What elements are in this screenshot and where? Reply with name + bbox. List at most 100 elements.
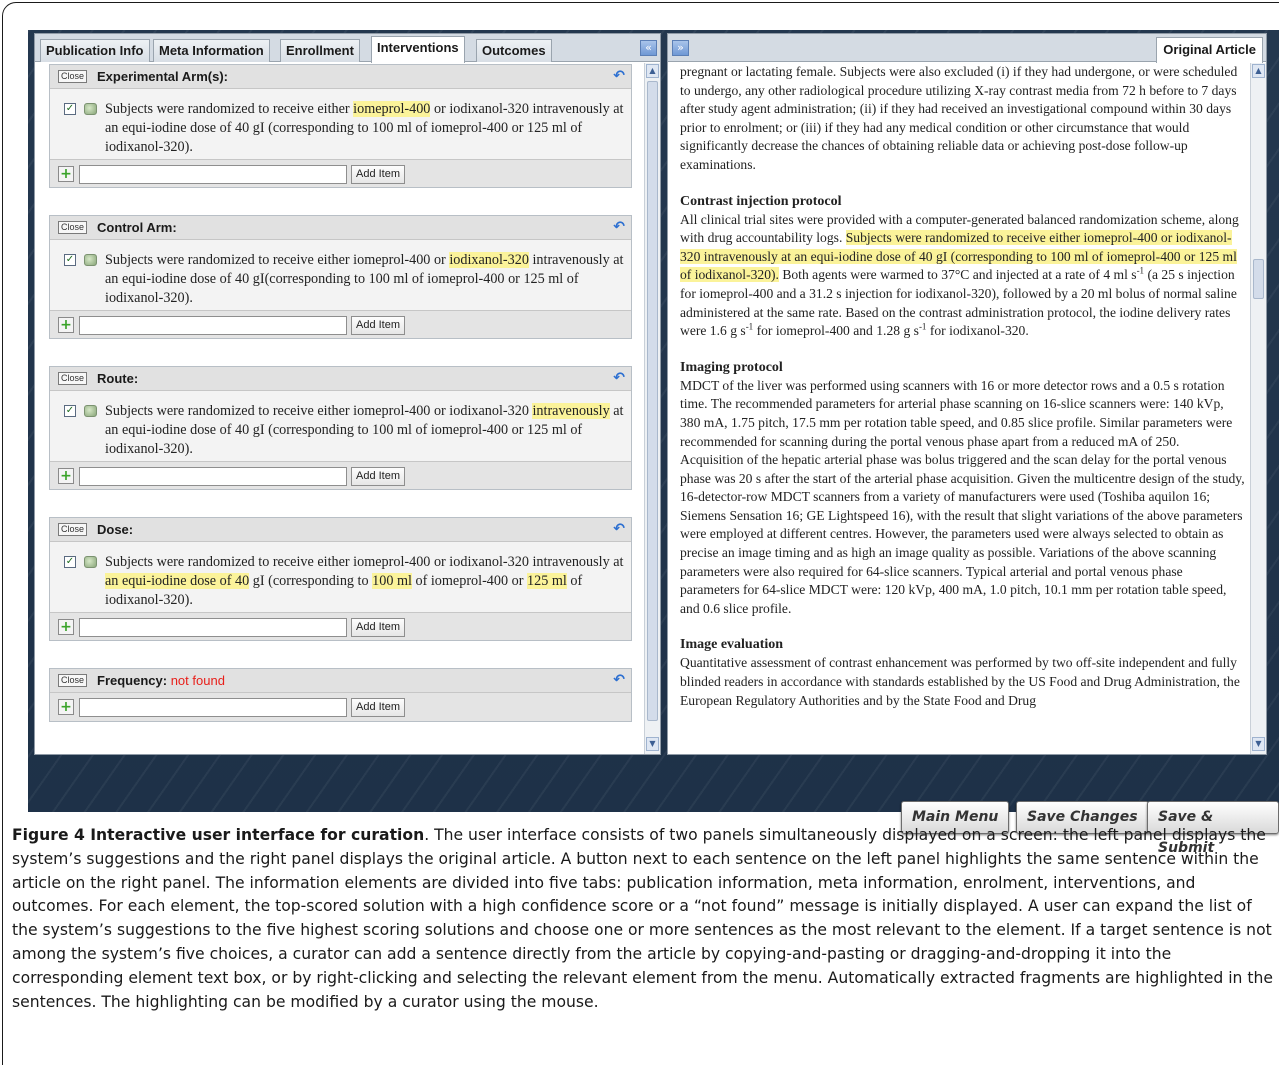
element-body: ✓ Subjects were randomized to receive ei…	[50, 391, 631, 489]
tab-publication-info[interactable]: Publication Info	[40, 39, 150, 62]
suggestion-row: ✓ Subjects were randomized to receive ei…	[58, 248, 623, 310]
element-body: ✓ Subjects were randomized to receive ei…	[50, 240, 631, 338]
checkbox-checked-icon[interactable]: ✓	[64, 556, 76, 568]
highlighted-fragment[interactable]: 100 ml	[372, 573, 412, 589]
scrollbar-thumb[interactable]	[1253, 259, 1264, 299]
add-item-button[interactable]: Add Item	[351, 618, 406, 637]
locate-sentence-icon[interactable]	[84, 405, 97, 417]
highlighted-fragment[interactable]: an equi-iodine dose of 40	[105, 573, 250, 589]
element-body: ✓ Subjects were randomized to receive ei…	[50, 542, 631, 640]
add-item-input[interactable]	[79, 165, 347, 184]
locate-sentence-icon[interactable]	[84, 556, 97, 568]
figure-frame: Publication Info Meta Information Enroll…	[0, 0, 1279, 1065]
add-icon[interactable]: +	[58, 619, 74, 635]
article-paragraph: MDCT of the liver was performed using sc…	[680, 377, 1245, 616]
sentence-fragment: Subjects were randomized to receive eith…	[105, 403, 533, 419]
element-dose: Close Dose: ↶ ✓ Subjects were randomized…	[49, 517, 632, 641]
suggested-sentence: Subjects were randomized to receive eith…	[105, 553, 635, 610]
element-header: Close Frequency: not found ↶	[50, 669, 631, 693]
suggested-sentence: Subjects were randomized to receive eith…	[105, 402, 635, 459]
add-icon[interactable]: +	[58, 166, 74, 182]
suggestions-panel: Publication Info Meta Information Enroll…	[34, 33, 661, 755]
article-text: pregnant or lactating female. Subjects w…	[680, 63, 1245, 754]
undo-icon[interactable]: ↶	[613, 370, 625, 386]
add-item-input[interactable]	[79, 316, 347, 335]
add-item-row: + Add Item	[50, 310, 631, 338]
highlighted-fragment[interactable]: 125 ml	[527, 573, 567, 589]
scrollbar-thumb[interactable]	[647, 81, 658, 721]
element-body: ✓ Subjects were randomized to receive ei…	[50, 89, 631, 187]
not-found-status: not found	[170, 673, 225, 688]
element-title: Route:	[97, 371, 139, 386]
expand-right-icon[interactable]: »	[672, 40, 689, 56]
element-control-arm: Close Control Arm: ↶ ✓ Subjects were ran…	[49, 215, 632, 339]
add-item-input[interactable]	[79, 467, 347, 486]
figure-label: Figure 4 Interactive user interface for …	[12, 826, 425, 844]
add-icon[interactable]: +	[58, 317, 74, 333]
suggestions-list: Close Experimental Arm(s): ↶ ✓ Subjects …	[35, 63, 660, 754]
checkbox-checked-icon[interactable]: ✓	[64, 405, 76, 417]
article-paragraph: pregnant or lactating female. Subjects w…	[680, 64, 1238, 172]
undo-icon[interactable]: ↶	[613, 672, 625, 688]
locate-sentence-icon[interactable]	[84, 103, 97, 115]
add-item-row: + Add Item	[50, 693, 631, 721]
add-icon[interactable]: +	[58, 468, 74, 484]
figure-caption: Figure 4 Interactive user interface for …	[12, 824, 1274, 1014]
tab-interventions[interactable]: Interventions	[371, 36, 465, 63]
close-button[interactable]: Close	[58, 70, 88, 83]
sentence-fragment: Subjects were randomized to receive eith…	[105, 252, 450, 268]
article-panel: » Original Article pregnant or lactating…	[667, 33, 1267, 755]
suggestion-row: ✓ Subjects were randomized to receive ei…	[58, 399, 624, 461]
add-item-button[interactable]: Add Item	[351, 165, 406, 184]
add-item-row: + Add Item	[50, 159, 631, 187]
add-item-row: + Add Item	[50, 612, 631, 640]
article-scrollbar[interactable]: ▲ ▼	[1250, 63, 1266, 754]
sentence-fragment: gI (corresponding to	[249, 573, 373, 589]
section-heading: Image evaluation	[680, 637, 784, 653]
undo-icon[interactable]: ↶	[613, 68, 625, 84]
collapse-left-icon[interactable]: «	[640, 40, 657, 56]
scroll-down-icon[interactable]: ▼	[646, 737, 659, 751]
close-button[interactable]: Close	[58, 523, 88, 536]
close-button[interactable]: Close	[58, 221, 88, 234]
add-item-button[interactable]: Add Item	[351, 698, 406, 717]
tab-enrollment[interactable]: Enrollment	[280, 39, 360, 62]
add-item-input[interactable]	[79, 698, 347, 717]
locate-sentence-icon[interactable]	[84, 254, 97, 266]
highlighted-fragment[interactable]: iodixanol-320	[449, 252, 529, 268]
tab-original-article[interactable]: Original Article	[1156, 37, 1263, 63]
sentence-fragment: of iomeprol-400 or	[411, 573, 528, 589]
element-header: Close Control Arm: ↶	[50, 216, 631, 240]
element-experimental-arm: Close Experimental Arm(s): ↶ ✓ Subjects …	[49, 64, 632, 188]
left-scrollbar[interactable]: ▲ ▼	[644, 63, 660, 754]
checkbox-checked-icon[interactable]: ✓	[64, 103, 76, 115]
suggestion-row: ✓ Subjects were randomized to receive ei…	[58, 97, 623, 159]
element-header: Close Dose: ↶	[50, 518, 631, 542]
checkbox-checked-icon[interactable]: ✓	[64, 254, 76, 266]
element-route: Close Route: ↶ ✓ Subjects were randomize…	[49, 366, 632, 490]
highlighted-fragment[interactable]: iomeprol-400	[353, 101, 431, 117]
highlighted-fragment[interactable]: intravenously	[532, 403, 610, 419]
undo-icon[interactable]: ↶	[613, 521, 625, 537]
add-item-button[interactable]: Add Item	[351, 316, 406, 335]
scroll-up-icon[interactable]: ▲	[646, 64, 659, 78]
tab-outcomes[interactable]: Outcomes	[476, 39, 552, 62]
suggested-sentence: Subjects were randomized to receive eith…	[105, 100, 635, 157]
article-panel-header: » Original Article	[668, 34, 1266, 63]
scroll-up-icon[interactable]: ▲	[1252, 64, 1265, 78]
sentence-fragment: Subjects were randomized to receive eith…	[105, 101, 354, 117]
suggested-sentence: Subjects were randomized to receive eith…	[105, 251, 635, 308]
caption-text: . The user interface consists of two pan…	[12, 826, 1273, 1011]
undo-icon[interactable]: ↶	[613, 219, 625, 235]
scroll-down-icon[interactable]: ▼	[1252, 737, 1265, 751]
element-title: Experimental Arm(s):	[97, 69, 228, 84]
add-icon[interactable]: +	[58, 699, 74, 715]
tab-bar: Publication Info Meta Information Enroll…	[35, 34, 660, 63]
section-heading: Contrast injection protocol	[680, 193, 842, 209]
tab-meta-information[interactable]: Meta Information	[153, 39, 270, 62]
close-button[interactable]: Close	[58, 674, 88, 687]
add-item-button[interactable]: Add Item	[351, 467, 406, 486]
close-button[interactable]: Close	[58, 372, 88, 385]
element-header: Close Route: ↶	[50, 367, 631, 391]
add-item-input[interactable]	[79, 618, 347, 637]
